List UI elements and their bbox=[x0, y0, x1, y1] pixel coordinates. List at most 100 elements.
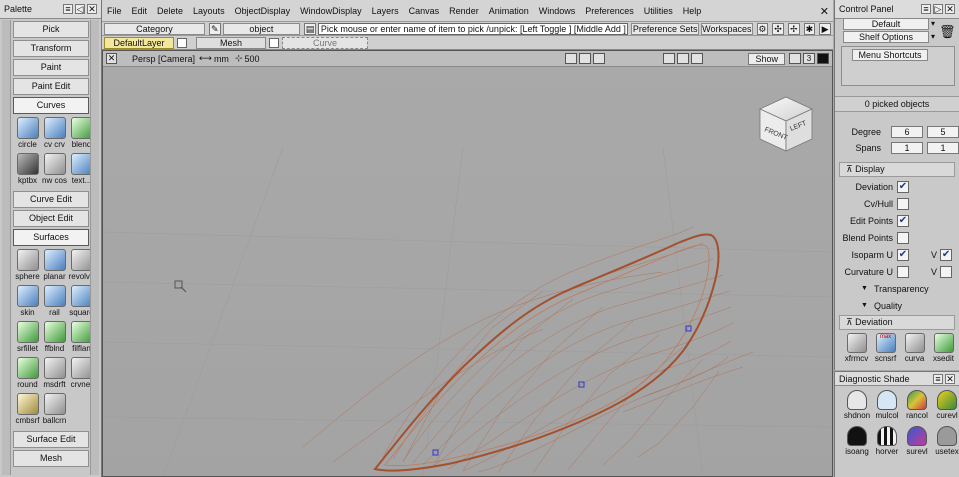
round-tool[interactable]: round bbox=[14, 357, 41, 393]
menu-shortcuts-tab[interactable]: Menu Shortcuts bbox=[852, 49, 928, 61]
usetex-tool[interactable]: usetex bbox=[932, 425, 959, 461]
chevron-down-icon[interactable]: ▾ bbox=[931, 32, 935, 41]
isoparm-v-checkbox[interactable]: ✔ bbox=[940, 248, 953, 261]
msdrft-tool[interactable]: msdrft bbox=[41, 357, 68, 393]
close-icon[interactable]: ✕ bbox=[945, 4, 955, 14]
transparency-row[interactable]: ▼ Transparency bbox=[835, 280, 959, 297]
skin-tool[interactable]: skin bbox=[14, 285, 41, 321]
default-layer-button[interactable]: DefaultLayer bbox=[104, 36, 174, 49]
curve-layer-button[interactable]: Curve bbox=[282, 36, 368, 49]
shelf-scale-icon[interactable]: ✱ bbox=[803, 22, 816, 35]
menu-render[interactable]: Render bbox=[444, 6, 484, 16]
quality-row[interactable]: ▼ Quality bbox=[835, 297, 959, 314]
shelf-gear-icon[interactable]: ⚙ bbox=[756, 22, 769, 35]
xfrmcv-tool[interactable]: xfrmcv bbox=[842, 333, 871, 369]
horver-tool[interactable]: horver bbox=[872, 425, 902, 461]
category-button[interactable]: Category bbox=[104, 22, 205, 35]
surface-edit-tab[interactable]: Surface Edit bbox=[13, 431, 89, 448]
spans-u-field[interactable]: 1 bbox=[891, 142, 923, 154]
object-button[interactable]: object bbox=[222, 22, 301, 35]
workspaces-button[interactable]: Workspaces bbox=[701, 22, 753, 35]
preference-sets-button[interactable]: Preference Sets bbox=[631, 22, 700, 35]
menu-windowdisplay[interactable]: WindowDisplay bbox=[295, 6, 367, 16]
camera-icon[interactable] bbox=[565, 53, 578, 64]
collapse-icon[interactable]: ◁ bbox=[75, 4, 85, 14]
tumble-icon[interactable] bbox=[691, 53, 704, 64]
cv-curve-tool[interactable]: cv crv bbox=[41, 117, 68, 153]
menu-icon[interactable]: ≡ bbox=[921, 4, 931, 14]
edit-points-checkbox[interactable]: ✔ bbox=[897, 214, 909, 227]
surevl-tool[interactable]: surevl bbox=[902, 425, 932, 461]
shelf-options-dropdown[interactable]: Shelf Options bbox=[843, 30, 929, 43]
shelf-rotate-icon[interactable]: ✢ bbox=[787, 22, 800, 35]
curva-tool[interactable]: curva bbox=[900, 333, 929, 369]
object-edit-tab[interactable]: Object Edit bbox=[13, 210, 89, 227]
transform-tab[interactable]: Transform bbox=[13, 40, 89, 57]
mesh-layer-checkbox[interactable] bbox=[269, 37, 279, 48]
scnsrf-tool[interactable]: max scnsrf bbox=[871, 333, 900, 369]
menu-windows[interactable]: Windows bbox=[534, 6, 581, 16]
video-icon[interactable] bbox=[579, 53, 592, 64]
menu-delete[interactable]: Delete bbox=[152, 6, 188, 16]
palette-scrollbar-left[interactable] bbox=[2, 20, 11, 475]
cmbsrf-tool[interactable]: cmbsrf bbox=[14, 393, 41, 429]
paint-tab[interactable]: Paint bbox=[13, 59, 89, 76]
show-button[interactable]: Show bbox=[748, 52, 785, 65]
close-icon[interactable]: ✕ bbox=[945, 373, 955, 384]
menu-edit[interactable]: Edit bbox=[127, 6, 153, 16]
viewcube[interactable]: FRONT LEFT bbox=[759, 96, 813, 152]
menu-icon[interactable]: ≡ bbox=[933, 373, 943, 384]
shdnon-tool[interactable]: shdnon bbox=[842, 389, 872, 425]
viewport-count-badge[interactable]: 3 bbox=[803, 53, 815, 64]
menu-icon[interactable]: ≡ bbox=[63, 4, 73, 14]
trash-icon[interactable]: 🗑 bbox=[939, 24, 956, 40]
menu-layouts[interactable]: Layouts bbox=[188, 6, 230, 16]
isoang-tool[interactable]: isoang bbox=[842, 425, 872, 461]
mulcol-tool[interactable]: mulcol bbox=[872, 389, 902, 425]
curves-tab[interactable]: Curves bbox=[13, 97, 89, 114]
expand-icon[interactable]: ▷ bbox=[933, 4, 943, 14]
menu-file[interactable]: File bbox=[102, 6, 127, 16]
prompt-line-input[interactable]: Pick mouse or enter name of item to pick… bbox=[317, 22, 629, 35]
paint-edit-tab[interactable]: Paint Edit bbox=[13, 78, 89, 95]
pick-tab[interactable]: Pick bbox=[13, 21, 89, 38]
sphere-tool[interactable]: sphere bbox=[14, 249, 41, 285]
deviation-checkbox[interactable]: ✔ bbox=[897, 180, 909, 193]
menu-utilities[interactable]: Utilities bbox=[639, 6, 678, 16]
circle-tool[interactable]: circle bbox=[14, 117, 41, 153]
blend-points-checkbox[interactable] bbox=[897, 231, 909, 244]
cv-hull-checkbox[interactable] bbox=[897, 197, 909, 210]
wireframe-icon[interactable] bbox=[677, 53, 690, 64]
perspective-viewport[interactable]: ✕ Persp [Camera] ⟷ mm ⊹ 500 Show 3 FRONT… bbox=[102, 50, 833, 477]
menu-objectdisplay[interactable]: ObjectDisplay bbox=[230, 6, 296, 16]
display-section-header[interactable]: ⊼ Display bbox=[839, 162, 955, 177]
curve-edit-tab[interactable]: Curve Edit bbox=[13, 191, 89, 208]
default-layer-checkbox[interactable] bbox=[177, 37, 187, 48]
magnify-icon[interactable] bbox=[593, 53, 606, 64]
new-cos-tool[interactable]: nw cos bbox=[41, 153, 68, 189]
menu-layers[interactable]: Layers bbox=[367, 6, 404, 16]
viewport-close-icon[interactable]: ✕ bbox=[106, 53, 117, 64]
degree-u-field[interactable]: 6 bbox=[891, 126, 923, 138]
shelf-move-icon[interactable]: ✣ bbox=[772, 22, 784, 35]
isoparm-u-checkbox[interactable]: ✔ bbox=[897, 248, 909, 261]
layout-icon[interactable] bbox=[789, 53, 801, 64]
menu-help[interactable]: Help bbox=[678, 6, 707, 16]
palette-scrollbar-right[interactable] bbox=[90, 20, 99, 475]
viewport-canvas[interactable]: FRONT LEFT bbox=[103, 67, 832, 477]
curvature-v-checkbox[interactable] bbox=[940, 265, 953, 278]
rancol-tool[interactable]: rancol bbox=[902, 389, 932, 425]
menu-animation[interactable]: Animation bbox=[484, 6, 534, 16]
mesh-tab[interactable]: Mesh bbox=[13, 450, 89, 467]
close-icon[interactable]: ✕ bbox=[87, 4, 97, 14]
chevron-down-icon[interactable]: ▾ bbox=[931, 19, 935, 28]
curevl-tool[interactable]: curevl bbox=[932, 389, 959, 425]
ballcrn-tool[interactable]: ballcrn bbox=[41, 393, 68, 429]
rail-tool[interactable]: rail bbox=[41, 285, 68, 321]
shelf-set-dropdown[interactable]: Default bbox=[843, 17, 929, 30]
planar-tool[interactable]: planar bbox=[41, 249, 68, 285]
surfaces-tab[interactable]: Surfaces bbox=[13, 229, 89, 246]
menu-canvas[interactable]: Canvas bbox=[404, 6, 445, 16]
shading-icon[interactable] bbox=[663, 53, 676, 64]
menu-preferences[interactable]: Preferences bbox=[580, 6, 639, 16]
